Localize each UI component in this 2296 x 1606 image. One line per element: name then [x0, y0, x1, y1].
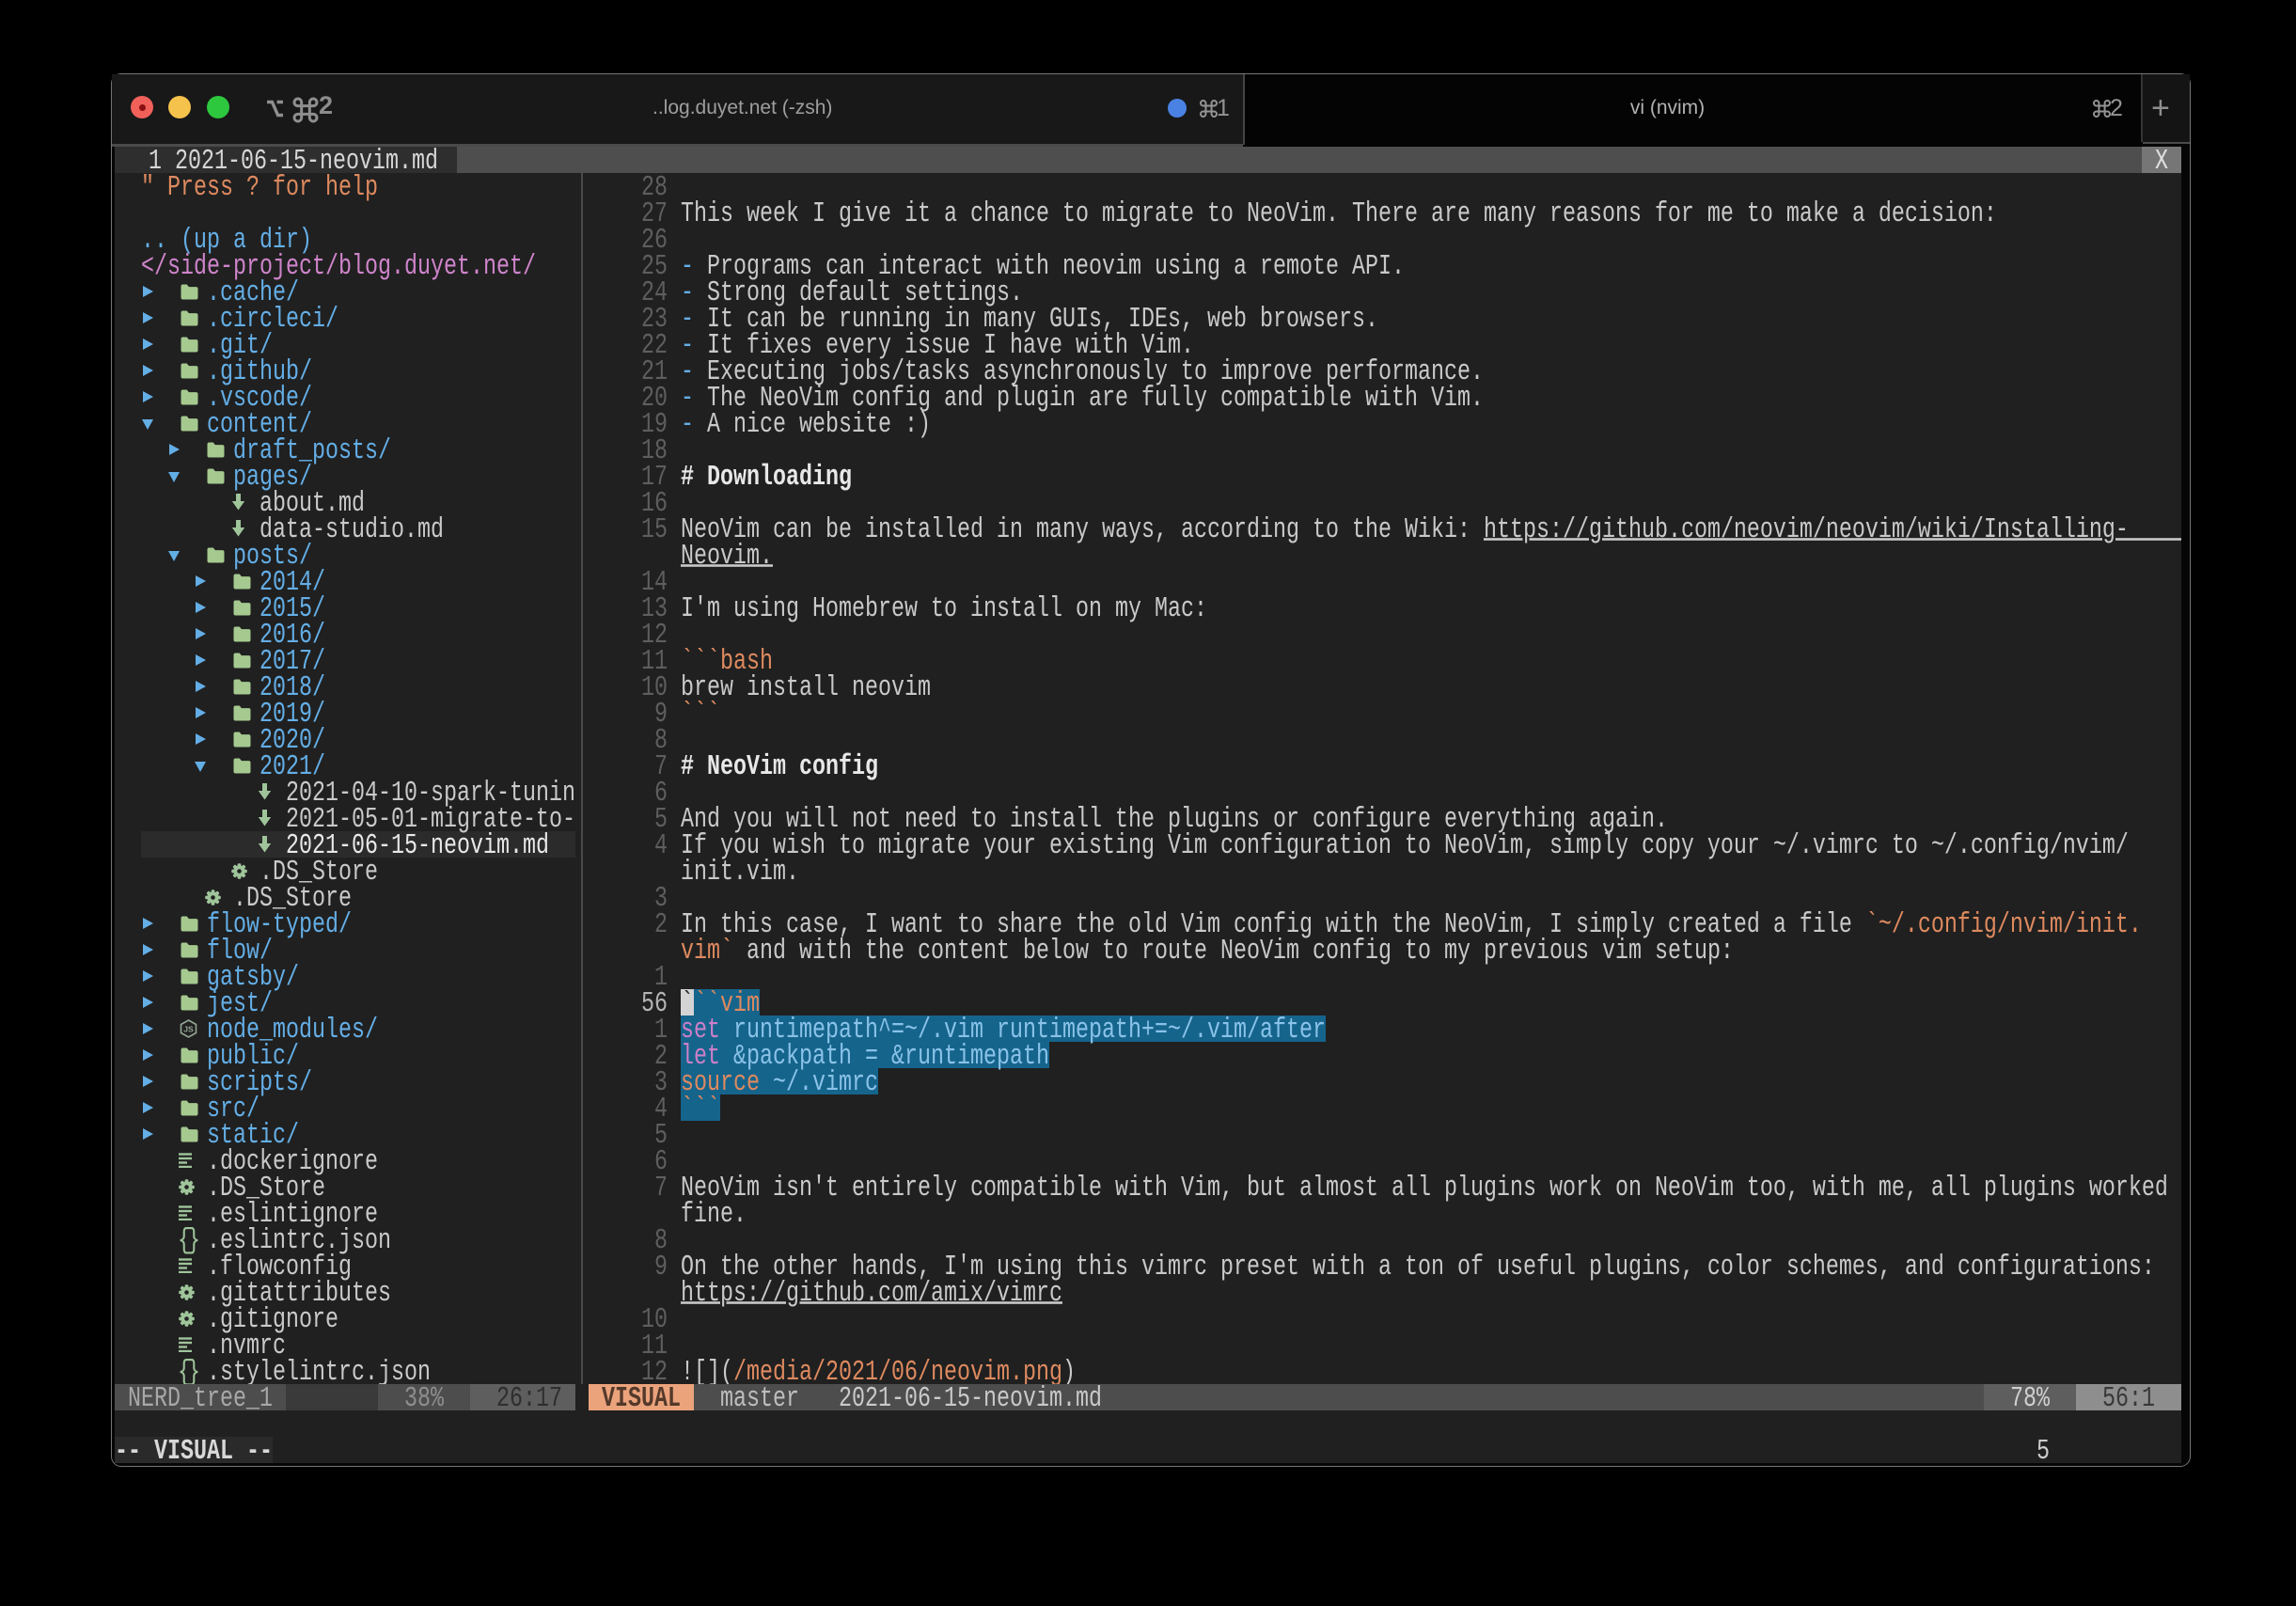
svg-text:JS: JS	[183, 1024, 194, 1033]
